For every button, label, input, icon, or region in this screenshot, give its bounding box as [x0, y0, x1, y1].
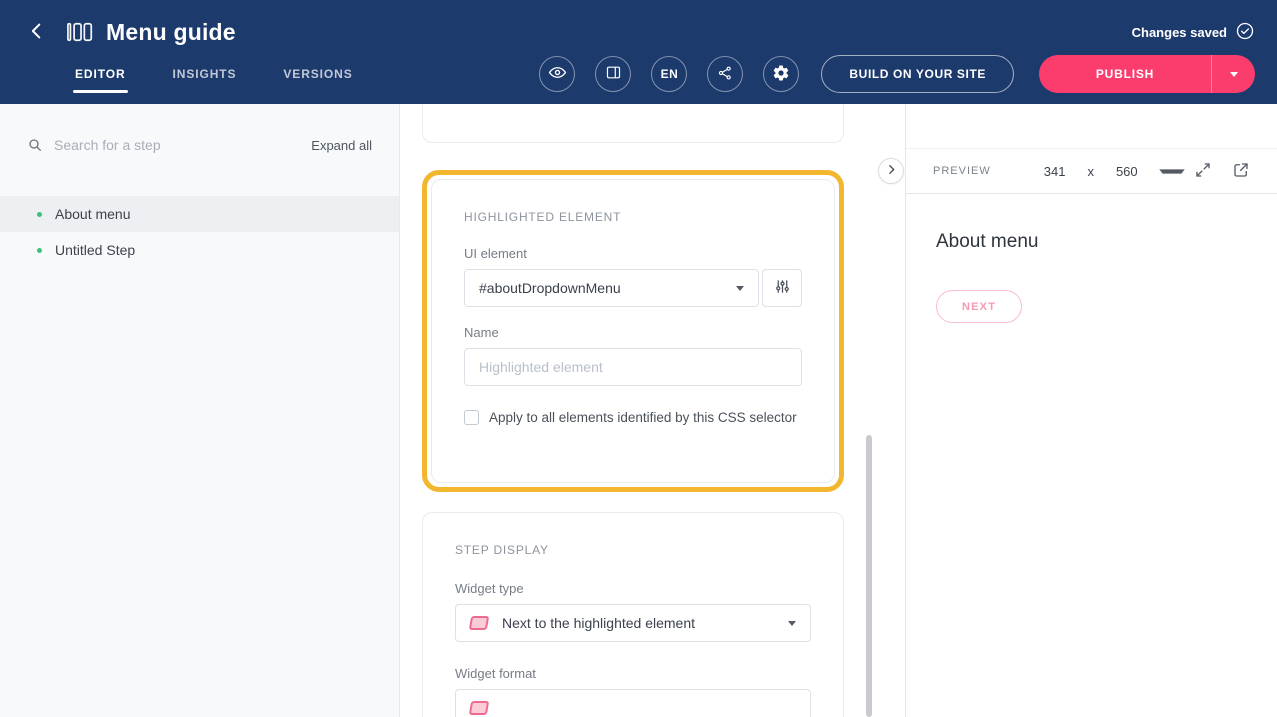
build-on-your-site-button[interactable]: BUILD ON YOUR SITE — [821, 55, 1014, 93]
chevron-down-icon — [788, 621, 796, 626]
step-dot-icon — [37, 248, 42, 253]
apply-all-checkbox[interactable] — [464, 410, 479, 425]
step-editor-panel: HIGHLIGHTED ELEMENT UI element #aboutDro… — [400, 104, 905, 717]
chevron-left-icon — [26, 20, 48, 45]
header-actions: EN BUILD ON YOUR SITE PUBLISH — [519, 55, 1255, 93]
section-title-highlighted-element: HIGHLIGHTED ELEMENT — [464, 210, 802, 224]
panel-layout-icon — [605, 64, 622, 84]
tab-versions[interactable]: VERSIONS — [283, 67, 352, 81]
app-window: Menu guide Changes saved EDITOR INSIGHTS… — [0, 0, 1277, 717]
step-dot-icon — [37, 212, 42, 217]
preview-eye-button[interactable] — [539, 56, 575, 92]
step-list: About menu Untitled Step — [0, 196, 399, 268]
header-tabs: EDITOR INSIGHTS VERSIONS — [75, 67, 353, 81]
collapse-preview-button[interactable] — [878, 158, 904, 184]
settings-button[interactable] — [763, 56, 799, 92]
publish-button[interactable]: PUBLISH — [1039, 55, 1211, 93]
highlighted-element-card: HIGHLIGHTED ELEMENT UI element #aboutDro… — [431, 179, 835, 483]
search-icon — [27, 137, 43, 153]
preview-body: About menu NEXT — [906, 194, 1277, 360]
widget-tooltip-icon — [469, 616, 489, 630]
eye-icon — [548, 63, 567, 85]
expand-arrows-icon — [1194, 161, 1212, 182]
preview-label: PREVIEW — [933, 165, 991, 177]
step-display-card: STEP DISPLAY Widget type Next to the hig… — [422, 512, 844, 717]
preview-fullscreen-button[interactable] — [1194, 161, 1212, 182]
widget-type-select[interactable]: Next to the highlighted element — [455, 604, 811, 642]
ui-element-value: #aboutDropdownMenu — [479, 280, 621, 296]
changes-saved-status: Changes saved — [1132, 21, 1255, 44]
preview-open-new-window-button[interactable] — [1232, 161, 1250, 182]
chevron-down-icon — [1159, 169, 1185, 173]
widget-format-select[interactable] — [455, 689, 811, 717]
element-settings-button[interactable] — [762, 269, 802, 307]
preview-size-width: 341 — [1033, 164, 1077, 179]
preview-size-height: 560 — [1105, 164, 1149, 179]
tab-insights[interactable]: INSIGHTS — [173, 67, 237, 81]
sidebar-step-untitled[interactable]: Untitled Step — [0, 232, 399, 268]
chevron-right-icon — [885, 163, 898, 179]
share-button[interactable] — [707, 56, 743, 92]
widget-tooltip-icon — [469, 701, 489, 715]
ui-element-select[interactable]: #aboutDropdownMenu — [464, 269, 759, 307]
app-logo-icon — [66, 20, 93, 44]
section-title-step-display: STEP DISPLAY — [455, 543, 811, 557]
step-label: About menu — [55, 206, 131, 222]
gear-icon — [772, 64, 790, 85]
page-title: Menu guide — [106, 19, 236, 46]
widget-format-label: Widget format — [455, 666, 811, 681]
expand-all-link[interactable]: Expand all — [311, 138, 372, 153]
ui-element-label: UI element — [464, 246, 802, 261]
step-search-row: Expand all — [0, 130, 399, 160]
sliders-icon — [774, 278, 791, 298]
widget-type-value: Next to the highlighted element — [502, 615, 695, 631]
chevron-down-icon — [736, 286, 744, 291]
step-label: Untitled Step — [55, 242, 135, 258]
preview-next-button[interactable]: NEXT — [936, 290, 1022, 323]
preview-size-separator: x — [1076, 164, 1105, 179]
check-circle-icon — [1235, 21, 1255, 44]
publish-dropdown-button[interactable] — [1211, 55, 1255, 93]
element-name-input[interactable] — [464, 348, 802, 386]
sidebar-step-about-menu[interactable]: About menu — [0, 196, 399, 232]
layout-panel-button[interactable] — [595, 56, 631, 92]
editor-scrollbar[interactable] — [866, 435, 872, 717]
open-in-new-icon — [1232, 161, 1250, 182]
tab-editor[interactable]: EDITOR — [75, 67, 126, 81]
step-search-input[interactable] — [54, 137, 311, 153]
widget-type-label: Widget type — [455, 581, 811, 596]
preview-size-select[interactable]: 341 x 560 — [1033, 164, 1187, 179]
apply-all-label[interactable]: Apply to all elements identified by this… — [489, 410, 797, 425]
changes-saved-text: Changes saved — [1132, 25, 1227, 40]
language-button[interactable]: EN — [651, 56, 687, 92]
share-icon — [717, 65, 733, 84]
preview-panel: PREVIEW 341 x 560 — [905, 104, 1277, 717]
selection-highlight-ring: HIGHLIGHTED ELEMENT UI element #aboutDro… — [422, 170, 844, 492]
preview-header: PREVIEW 341 x 560 — [906, 148, 1277, 194]
card-partial-top — [422, 104, 844, 143]
chevron-down-icon — [1230, 72, 1238, 77]
preview-step-title: About menu — [936, 231, 1247, 253]
publish-split-button: PUBLISH — [1039, 55, 1255, 93]
steps-sidebar: Expand all About menu Untitled Step — [0, 104, 400, 717]
name-label: Name — [464, 325, 802, 340]
top-header: Menu guide Changes saved EDITOR INSIGHTS… — [0, 0, 1277, 104]
back-button[interactable] — [22, 17, 52, 47]
